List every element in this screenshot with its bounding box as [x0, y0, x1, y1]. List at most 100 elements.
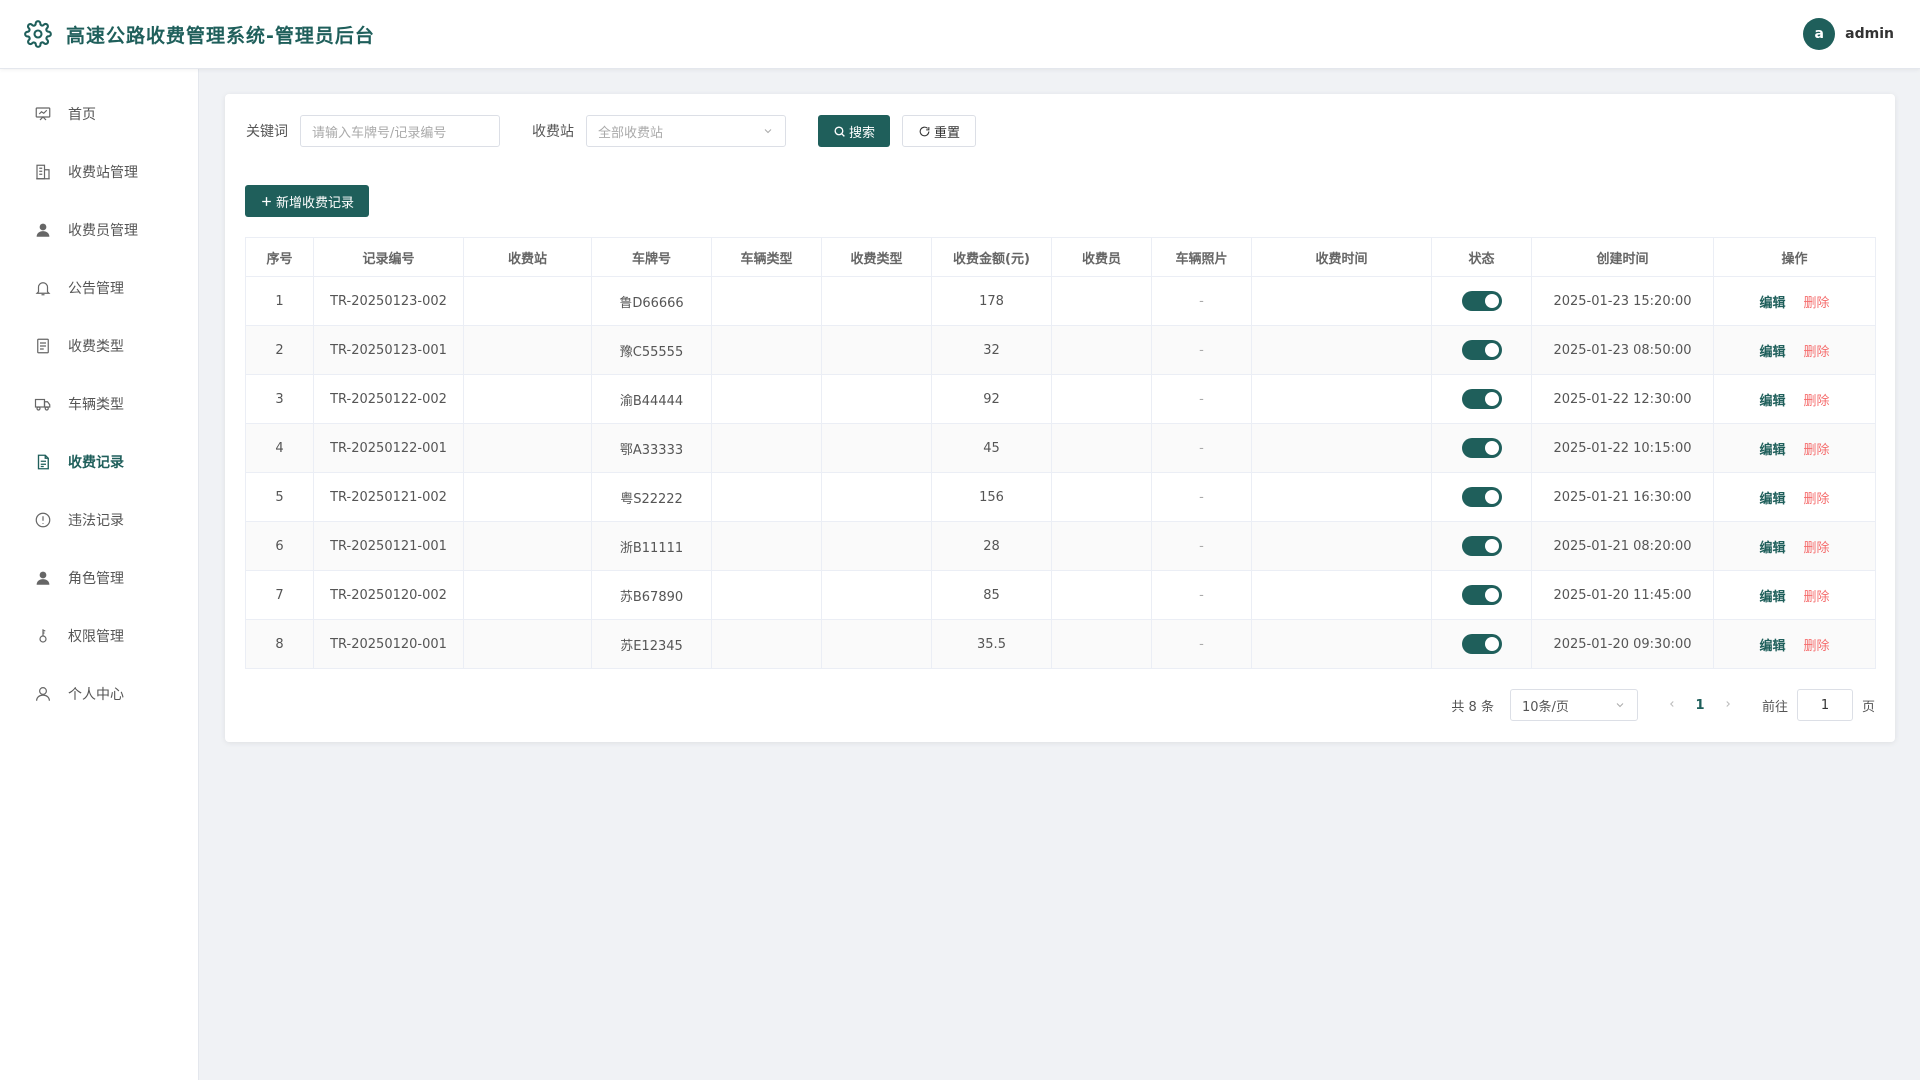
sidebar-item-notice[interactable]: 公告管理 — [0, 259, 198, 317]
app-title: 高速公路收费管理系统-管理员后台 — [66, 24, 375, 47]
column-header: 收费时间 — [1251, 237, 1432, 277]
sidebar-item-profile[interactable]: 个人中心 — [0, 665, 198, 723]
sidebar-item-fee-type[interactable]: 收费类型 — [0, 317, 198, 375]
edit-button[interactable]: 编辑 — [1759, 492, 1785, 507]
cell-index: 8 — [245, 619, 314, 669]
column-header: 操作 — [1713, 237, 1876, 277]
cell-index: 7 — [245, 570, 314, 620]
cell-toll-time — [1251, 276, 1432, 326]
toggle-knob — [1484, 294, 1499, 308]
cell-vehicle-type — [711, 570, 822, 620]
status-toggle[interactable] — [1461, 438, 1502, 458]
station-label: 收费站 — [532, 124, 574, 140]
prev-page-button[interactable] — [1660, 698, 1684, 713]
cell-station — [463, 570, 592, 620]
table-row: 2 TR-20250123-001 豫C55555 32 - 2025-01-2… — [245, 325, 1876, 375]
status-toggle[interactable] — [1461, 536, 1502, 556]
station-select-value: 全部收费站 — [598, 125, 664, 141]
sidebar-item-permission[interactable]: 权限管理 — [0, 607, 198, 665]
cell-station — [463, 619, 592, 669]
edit-button[interactable]: 编辑 — [1759, 639, 1785, 654]
username[interactable]: admin — [1845, 26, 1894, 42]
keyword-input[interactable]: 请输入车牌号/记录编号 — [300, 115, 500, 147]
edit-button[interactable]: 编辑 — [1759, 443, 1785, 458]
status-toggle[interactable] — [1461, 585, 1502, 605]
cell-station — [463, 423, 592, 473]
status-toggle[interactable] — [1461, 487, 1502, 507]
edit-button[interactable]: 编辑 — [1759, 296, 1785, 311]
cell-toll-time — [1251, 374, 1432, 424]
table-row: 3 TR-20250122-002 渝B44444 92 - 2025-01-2… — [245, 374, 1876, 424]
page-number[interactable]: 1 — [1684, 698, 1716, 713]
cell-fee-type — [821, 374, 932, 424]
sidebar-item-label: 公告管理 — [68, 281, 124, 297]
delete-button[interactable]: 删除 — [1804, 345, 1830, 360]
sidebar-item-home[interactable]: 首页 — [0, 85, 198, 143]
edit-button[interactable]: 编辑 — [1759, 394, 1785, 409]
sidebar-item-station[interactable]: 收费站管理 — [0, 143, 198, 201]
station-select[interactable]: 全部收费站 — [586, 115, 786, 147]
cell-actions: 编辑 删除 — [1713, 521, 1876, 571]
sidebar-item-violation[interactable]: 违法记录 — [0, 491, 198, 549]
cell-collector — [1051, 472, 1152, 522]
goto-page-input[interactable]: 1 — [1796, 689, 1853, 721]
sidebar-item-collector[interactable]: 收费员管理 — [0, 201, 198, 259]
sidebar-item-label: 权限管理 — [68, 629, 124, 645]
user-menu[interactable]: a admin — [1803, 18, 1894, 50]
sidebar-item-role[interactable]: 角色管理 — [0, 549, 198, 607]
table-row: 1 TR-20250123-002 鲁D66666 178 - 2025-01-… — [245, 276, 1876, 326]
cell-amount: 92 — [931, 374, 1052, 424]
add-record-button[interactable]: 新增收费记录 — [245, 185, 370, 217]
cell-plate: 鲁D66666 — [591, 276, 712, 326]
cell-plate: 鄂A33333 — [591, 423, 712, 473]
chevron-left-icon — [1669, 700, 1674, 707]
delete-button[interactable]: 删除 — [1804, 639, 1830, 654]
reset-button[interactable]: 重置 — [902, 115, 977, 147]
status-toggle[interactable] — [1461, 340, 1502, 360]
cell-amount: 32 — [931, 325, 1052, 375]
status-toggle[interactable] — [1461, 634, 1502, 654]
column-header: 记录编号 — [313, 237, 464, 277]
cell-fee-type — [821, 570, 932, 620]
sidebar-item-label: 违法记录 — [68, 513, 124, 529]
delete-button[interactable]: 删除 — [1804, 443, 1830, 458]
search-button[interactable]: 搜索 — [818, 115, 891, 147]
delete-button[interactable]: 删除 — [1804, 492, 1830, 507]
chevron-down-icon — [764, 129, 772, 134]
cell-amount: 45 — [931, 423, 1052, 473]
sidebar-item-toll-record[interactable]: 收费记录 — [0, 433, 198, 491]
toggle-knob — [1484, 343, 1499, 357]
sidebar-item-label: 个人中心 — [68, 687, 124, 703]
status-toggle[interactable] — [1461, 389, 1502, 409]
delete-button[interactable]: 删除 — [1804, 296, 1830, 311]
toggle-knob — [1484, 637, 1499, 651]
next-page-button[interactable] — [1716, 698, 1740, 713]
sidebar: 首页 收费站管理 收费员管理 公告管理 收费类型 车辆类型 收费记录 违法记录 … — [0, 69, 199, 1080]
column-header: 车辆照片 — [1151, 237, 1252, 277]
column-header: 车牌号 — [591, 237, 712, 277]
edit-button[interactable]: 编辑 — [1759, 345, 1785, 360]
cell-photo: - — [1151, 472, 1252, 522]
cell-created: 2025-01-22 12:30:00 — [1531, 374, 1714, 424]
sidebar-item-vehicle-type[interactable]: 车辆类型 — [0, 375, 198, 433]
edit-button[interactable]: 编辑 — [1759, 590, 1785, 605]
avatar[interactable]: a — [1803, 18, 1836, 50]
table-row: 5 TR-20250121-002 粤S22222 156 - 2025-01-… — [245, 472, 1876, 522]
search-icon — [834, 125, 845, 137]
edit-button[interactable]: 编辑 — [1759, 541, 1785, 556]
cell-vehicle-type — [711, 619, 822, 669]
user-icon — [36, 571, 50, 585]
sidebar-item-label: 角色管理 — [68, 571, 124, 587]
cell-status — [1431, 423, 1532, 473]
delete-button[interactable]: 删除 — [1804, 394, 1830, 409]
building-icon — [36, 164, 50, 180]
page-size-select[interactable]: 10条/页 — [1509, 689, 1638, 721]
delete-button[interactable]: 删除 — [1804, 590, 1830, 605]
cell-fee-type — [821, 276, 932, 326]
status-toggle[interactable] — [1461, 291, 1502, 311]
content-card: 关键词 请输入车牌号/记录编号 收费站 全部收费站 搜索 重置 新增收费记录 序… — [225, 94, 1895, 742]
cell-plate: 苏E12345 — [591, 619, 712, 669]
sidebar-item-label: 收费站管理 — [68, 165, 138, 181]
delete-button[interactable]: 删除 — [1804, 541, 1830, 556]
cell-photo: - — [1151, 374, 1252, 424]
